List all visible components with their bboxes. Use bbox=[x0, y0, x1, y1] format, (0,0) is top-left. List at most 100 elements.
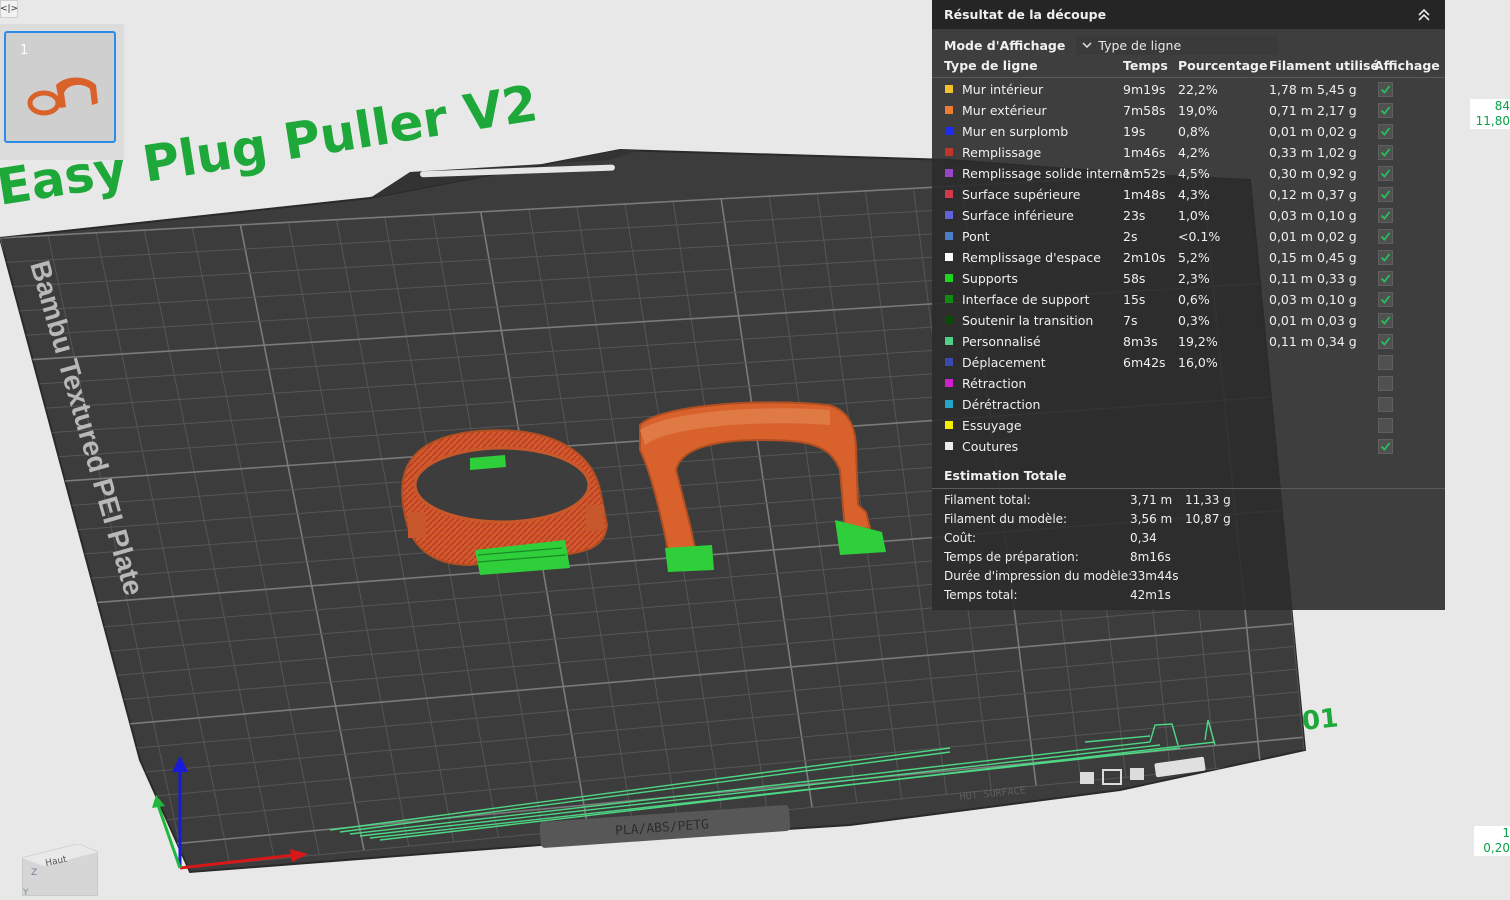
total-value: 3,71 m bbox=[1130, 493, 1173, 507]
display-toggle-checkbox[interactable] bbox=[1378, 376, 1393, 391]
display-toggle-checkbox[interactable] bbox=[1378, 166, 1393, 181]
line-type-name: Soutenir la transition bbox=[962, 313, 1094, 328]
line-type-name: Rétraction bbox=[962, 376, 1027, 391]
layer-slider-top-readout[interactable]: 84 11,80 bbox=[1470, 99, 1510, 129]
line-type-time: 8m3s bbox=[1123, 334, 1158, 349]
line-type-time: 23s bbox=[1123, 208, 1146, 223]
line-type-name: Supports bbox=[962, 271, 1018, 286]
line-type-length: 0,33 m bbox=[1269, 145, 1313, 160]
line-type-length: 1,78 m bbox=[1269, 82, 1313, 97]
line-type-length: 0,12 m bbox=[1269, 187, 1313, 202]
display-toggle-checkbox[interactable] bbox=[1378, 124, 1393, 139]
display-toggle-checkbox[interactable] bbox=[1378, 355, 1393, 370]
display-toggle-checkbox[interactable] bbox=[1378, 103, 1393, 118]
display-toggle-checkbox[interactable] bbox=[1378, 313, 1393, 328]
view-cube-axis-z: Z bbox=[31, 868, 37, 878]
display-toggle-checkbox[interactable] bbox=[1378, 82, 1393, 97]
totals-title: Estimation Totale bbox=[944, 468, 1067, 483]
line-type-name: Dérétraction bbox=[962, 397, 1041, 412]
display-toggle-checkbox[interactable] bbox=[1378, 250, 1393, 265]
result-panel-title: Résultat de la découpe bbox=[944, 7, 1107, 22]
totals-divider bbox=[932, 488, 1445, 489]
line-type-swatch bbox=[945, 169, 953, 177]
collapse-panel-button[interactable] bbox=[1415, 6, 1433, 24]
display-toggle-checkbox[interactable] bbox=[1378, 397, 1393, 412]
line-type-name: Déplacement bbox=[962, 355, 1046, 370]
total-estimate-row: Durée d'impression du modèle: 33m44s bbox=[932, 567, 1445, 586]
col-header-time: Temps bbox=[1123, 58, 1168, 73]
line-type-weight: 0,02 g bbox=[1317, 229, 1357, 244]
col-header-percent: Pourcentage bbox=[1178, 58, 1268, 73]
line-type-time: 19s bbox=[1123, 124, 1146, 139]
line-type-percent: 1,0% bbox=[1178, 208, 1210, 223]
line-type-length: 0,01 m bbox=[1269, 124, 1313, 139]
line-type-percent: 0,8% bbox=[1178, 124, 1210, 139]
line-type-name: Surface inférieure bbox=[962, 208, 1074, 223]
line-type-weight: 0,45 g bbox=[1317, 250, 1357, 265]
line-type-percent: 2,3% bbox=[1178, 271, 1210, 286]
line-type-row: Supports 58s 2,3% 0,11 m 0,33 g bbox=[932, 268, 1445, 289]
line-type-swatch bbox=[945, 421, 953, 429]
line-type-weight: 5,45 g bbox=[1317, 82, 1357, 97]
line-type-length: 0,01 m bbox=[1269, 313, 1313, 328]
printed-part-ring[interactable] bbox=[401, 429, 609, 575]
display-toggle-checkbox[interactable] bbox=[1378, 208, 1393, 223]
plate-thumb-preview bbox=[27, 77, 98, 116]
line-type-name: Mur intérieur bbox=[962, 82, 1044, 97]
line-type-swatch bbox=[945, 148, 953, 156]
line-type-time: 58s bbox=[1123, 271, 1146, 286]
total-estimate-row: Filament total: 3,71 m 11,33 g bbox=[932, 491, 1445, 510]
total-value: 42m1s bbox=[1130, 588, 1171, 602]
col-header-line-type: Type de ligne bbox=[944, 58, 1038, 73]
display-toggle-checkbox[interactable] bbox=[1378, 229, 1393, 244]
view-mode-select[interactable]: Type de ligne bbox=[1075, 34, 1280, 56]
line-type-percent: 0,6% bbox=[1178, 292, 1210, 307]
line-type-row: Remplissage solide interne 1m52s 4,5% 0,30 … bbox=[932, 163, 1445, 184]
line-type-time: 1m52s bbox=[1123, 166, 1166, 181]
total-value: 33m44s bbox=[1130, 569, 1179, 583]
line-type-length: 0,11 m bbox=[1269, 334, 1313, 349]
display-toggle-checkbox[interactable] bbox=[1378, 334, 1393, 349]
sidebar-toggle-button[interactable]: <|> bbox=[0, 0, 18, 18]
display-toggle-checkbox[interactable] bbox=[1378, 271, 1393, 286]
line-type-name: Mur en surplomb bbox=[962, 124, 1069, 139]
line-type-length: 0,03 m bbox=[1269, 292, 1313, 307]
line-type-weight: 0,34 g bbox=[1317, 334, 1357, 349]
line-type-name: Mur extérieur bbox=[962, 103, 1047, 118]
chevron-down-icon bbox=[1082, 42, 1092, 48]
line-type-swatch bbox=[945, 442, 953, 450]
line-type-swatch bbox=[945, 400, 953, 408]
line-type-swatch bbox=[945, 316, 953, 324]
line-type-weight: 0,03 g bbox=[1317, 313, 1357, 328]
line-type-name: Essuyage bbox=[962, 418, 1022, 433]
plate-thumbnail[interactable]: 1 bbox=[4, 31, 116, 143]
line-type-percent: 4,3% bbox=[1178, 187, 1210, 202]
display-toggle-checkbox[interactable] bbox=[1378, 418, 1393, 433]
chevron-up-double-icon bbox=[1418, 8, 1430, 21]
line-type-swatch bbox=[945, 106, 953, 114]
plate-thumb-number: 1 bbox=[20, 43, 29, 58]
display-toggle-checkbox[interactable] bbox=[1378, 187, 1393, 202]
line-type-weight: 2,17 g bbox=[1317, 103, 1357, 118]
line-type-row: Surface inférieure 23s 1,0% 0,03 m 0,10 g bbox=[932, 205, 1445, 226]
line-type-length: 0,01 m bbox=[1269, 229, 1313, 244]
checkmark-icon bbox=[1380, 85, 1391, 94]
line-type-swatch bbox=[945, 127, 953, 135]
line-type-swatch bbox=[945, 295, 953, 303]
line-type-swatch bbox=[945, 232, 953, 240]
view-cube[interactable]: Haut Z Y bbox=[21, 843, 99, 898]
line-type-length: 0,71 m bbox=[1269, 103, 1313, 118]
display-toggle-checkbox[interactable] bbox=[1378, 439, 1393, 454]
checkmark-icon bbox=[1380, 211, 1391, 220]
display-toggle-checkbox[interactable] bbox=[1378, 292, 1393, 307]
line-type-name: Pont bbox=[962, 229, 990, 244]
line-type-swatch bbox=[945, 253, 953, 261]
slice-result-panel: Résultat de la découpe Mode d'Affichage … bbox=[932, 0, 1445, 610]
line-type-percent: 16,0% bbox=[1178, 355, 1218, 370]
layer-slider-bottom-readout[interactable]: 1 0,20 bbox=[1474, 826, 1510, 856]
line-type-row: Dérétraction bbox=[932, 394, 1445, 415]
line-type-time: 2m10s bbox=[1123, 250, 1166, 265]
line-type-swatch bbox=[945, 274, 953, 282]
display-toggle-checkbox[interactable] bbox=[1378, 145, 1393, 160]
view-mode-value: Type de ligne bbox=[1098, 37, 1182, 53]
